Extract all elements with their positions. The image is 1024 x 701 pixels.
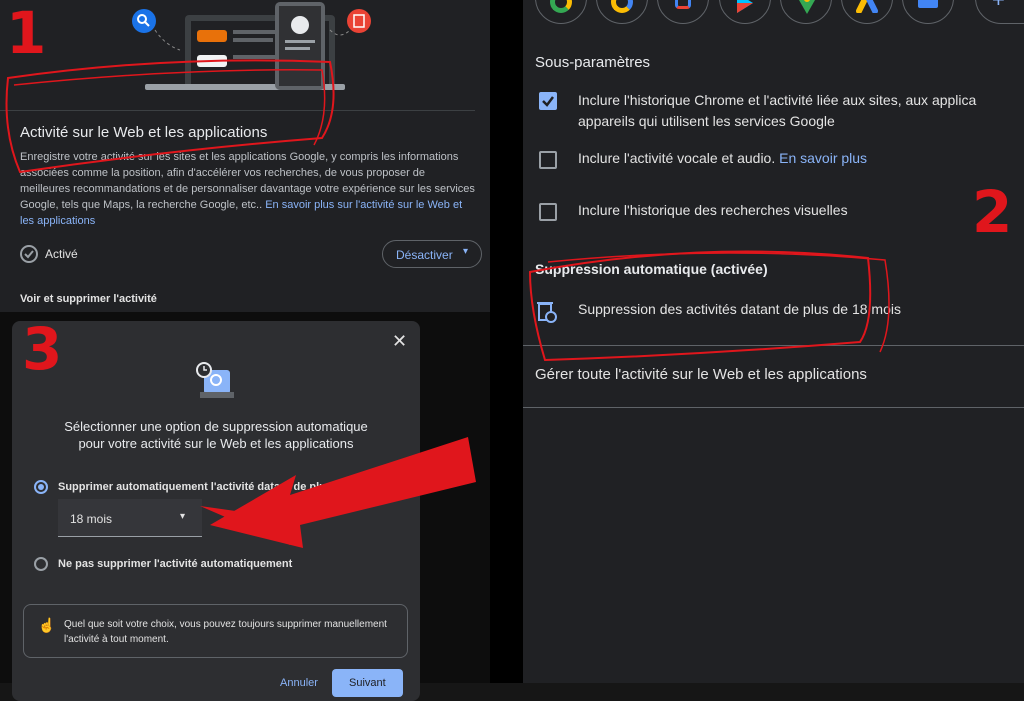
- step-number-2: 2: [972, 178, 1013, 246]
- step-number-1: 1: [6, 0, 47, 67]
- red-annotations: [5, 59, 890, 548]
- step-number-3: 3: [22, 315, 63, 383]
